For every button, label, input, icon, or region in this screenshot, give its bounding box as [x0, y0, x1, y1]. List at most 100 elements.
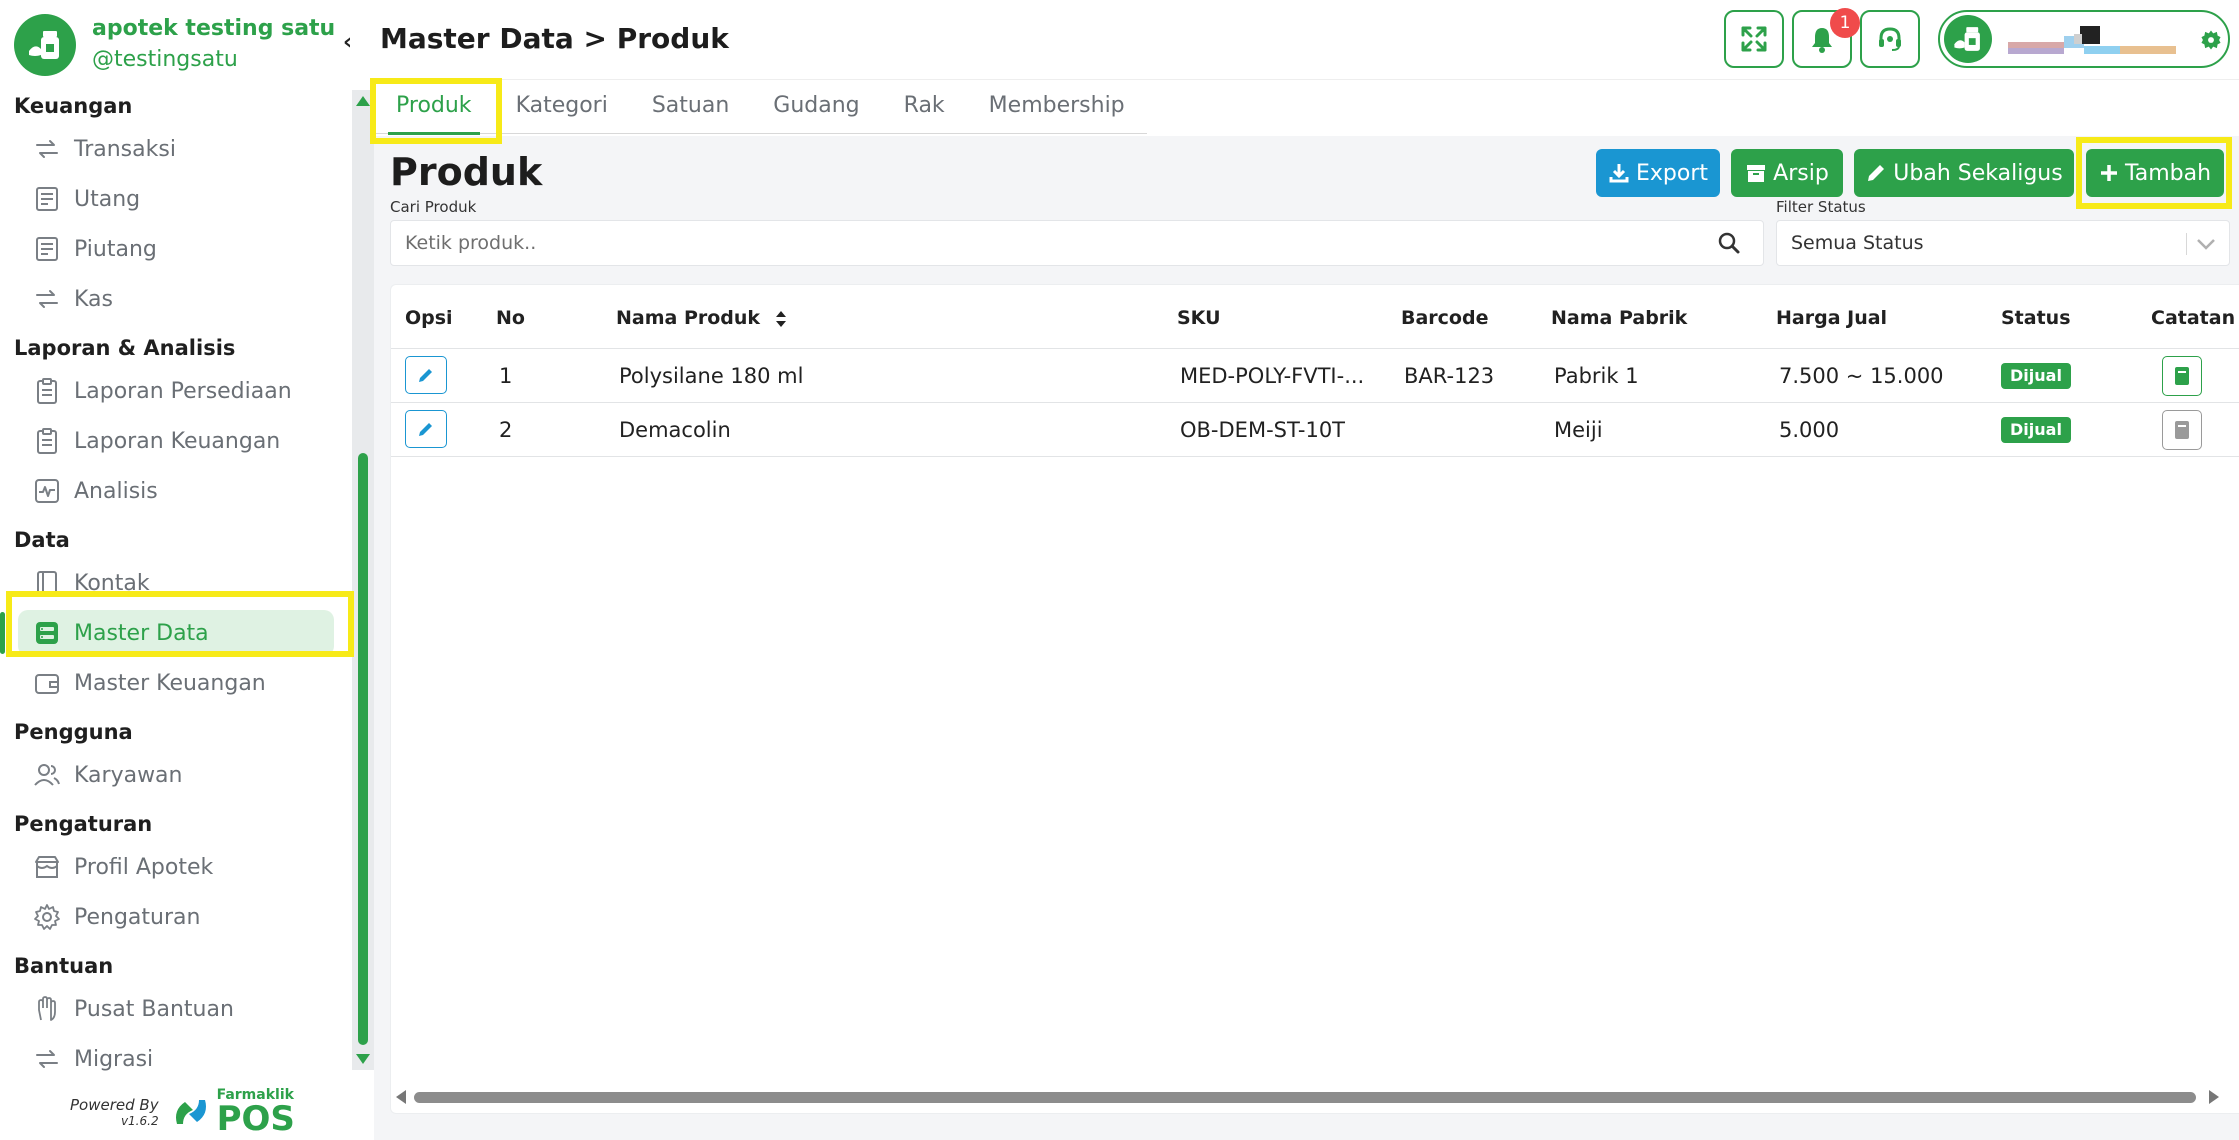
sidebar-item-karyawan[interactable]: Karyawan: [0, 750, 356, 800]
sidebar-item-kontak[interactable]: Kontak: [0, 558, 356, 608]
status-filter-select[interactable]: Semua Status: [1776, 220, 2230, 266]
search-input[interactable]: [391, 221, 1691, 265]
sidebar-item-migrasi[interactable]: Migrasi: [0, 1034, 356, 1084]
sidebar-item-pusat-bantuan[interactable]: Pusat Bantuan: [0, 984, 356, 1034]
sidebar-item-label: Laporan Persediaan: [74, 378, 292, 404]
version-label: v1.6.2: [120, 1114, 159, 1128]
pencil-icon: [1868, 165, 1885, 181]
store-icon: [35, 856, 59, 878]
tab-gudang[interactable]: Gudang: [751, 80, 881, 134]
export-button[interactable]: Export: [1596, 149, 1720, 197]
products-table: Opsi No Nama Produk SKU Barcode Nama Pab…: [390, 284, 2239, 1114]
archive-button[interactable]: Arsip: [1731, 149, 1843, 197]
tab-satuan[interactable]: Satuan: [630, 80, 751, 134]
sidebar-item-label: Kontak: [74, 570, 150, 596]
note-button[interactable]: [2162, 410, 2202, 450]
scrollbar-thumb[interactable]: [358, 453, 368, 1045]
sidebar-scrollbar[interactable]: [352, 90, 374, 1070]
sidebar-item-master-data[interactable]: Master Data: [0, 608, 356, 658]
sidebar-item-label: Analisis: [74, 478, 158, 504]
sidebar-item-label: Laporan Keuangan: [74, 428, 281, 454]
edit-button[interactable]: [405, 410, 447, 448]
pos-text: POS: [216, 1099, 295, 1139]
receipt-icon: [36, 237, 58, 261]
sidebar-item-pengaturan[interactable]: Pengaturan: [0, 892, 356, 942]
bulk-edit-button[interactable]: Ubah Sekaligus: [1854, 149, 2074, 197]
hand-icon: [38, 996, 56, 1021]
tab-kategori[interactable]: Kategori: [494, 80, 630, 134]
pharmacy-name: apotek testing satu: [92, 16, 336, 41]
settings-gear-icon[interactable]: [2200, 29, 2222, 51]
brand: apotek testing satu @testingsatu: [14, 14, 335, 76]
collapse-sidebar-button[interactable]: ‹: [343, 30, 352, 55]
sidebar-item-label: Kas: [74, 286, 113, 312]
sidebar-item-label: Karyawan: [74, 762, 183, 788]
sidebar-item-label: Utang: [74, 186, 141, 212]
side-nav: Keuangan Transaksi Utang Piutang Kas Lap…: [0, 88, 356, 1084]
powered-by-label: Powered By: [70, 1096, 159, 1114]
chevron-down-icon[interactable]: [2195, 234, 2217, 254]
sidebar-item-label: Migrasi: [74, 1046, 154, 1072]
user-name-redacted: [2008, 26, 2176, 54]
sidebar-item-utang[interactable]: Utang: [0, 174, 356, 224]
sidebar-item-label: Piutang: [74, 236, 157, 262]
active-indicator: [0, 612, 5, 654]
sidebar-item-laporan-persediaan[interactable]: Laporan Persediaan: [0, 366, 356, 416]
scrollbar-thumb[interactable]: [414, 1092, 2196, 1103]
nav-group-bantuan: Bantuan: [14, 954, 114, 978]
status-filter-value: Semua Status: [1791, 232, 1924, 254]
exchange-icon: [36, 140, 58, 158]
tab-produk[interactable]: Produk: [374, 80, 494, 135]
column-header-nama-pabrik: Nama Pabrik: [1551, 307, 1688, 329]
powered-by: Powered By v1.6.2 Farmaklik POS: [70, 1088, 295, 1136]
contact-book-icon: [37, 571, 57, 595]
bulk-edit-label: Ubah Sekaligus: [1893, 160, 2063, 186]
search-icon[interactable]: [1717, 231, 1741, 255]
gear-icon: [34, 904, 60, 930]
pharmacy-handle: @testingsatu: [92, 47, 238, 72]
note-button[interactable]: [2162, 356, 2202, 396]
select-divider: [2186, 233, 2187, 255]
sidebar-item-piutang[interactable]: Piutang: [0, 224, 356, 274]
edit-button[interactable]: [405, 356, 447, 394]
add-product-button[interactable]: Tambah: [2086, 149, 2224, 197]
exchange-icon: [36, 290, 58, 308]
sort-icon[interactable]: [775, 310, 787, 328]
sidebar-item-kas[interactable]: Kas: [0, 274, 356, 324]
tab-rak[interactable]: Rak: [882, 80, 967, 134]
scroll-right-icon[interactable]: [2209, 1090, 2219, 1104]
sidebar-item-master-keuangan[interactable]: Master Keuangan: [0, 658, 356, 708]
clipboard-icon: [37, 428, 57, 454]
horizontal-scrollbar[interactable]: [374, 1084, 2239, 1108]
sidebar-item-profil-apotek[interactable]: Profil Apotek: [0, 842, 356, 892]
fullscreen-button[interactable]: [1724, 10, 1784, 68]
sidebar-item-label: Master Keuangan: [74, 670, 266, 696]
sidebar: apotek testing satu @testingsatu ‹ Keuan…: [0, 0, 374, 1140]
scroll-left-icon[interactable]: [396, 1090, 406, 1104]
cell-barcode: BAR-123: [1404, 364, 1495, 388]
sidebar-item-label: Transaksi: [74, 136, 176, 162]
sidebar-item-analisis[interactable]: Analisis: [0, 466, 356, 516]
scroll-up-icon[interactable]: [356, 96, 370, 106]
receipt-icon: [36, 187, 58, 211]
support-button[interactable]: [1860, 10, 1920, 68]
notebook-icon: [2175, 421, 2189, 439]
pencil-icon: [419, 423, 432, 436]
status-badge: Dijual: [2001, 417, 2071, 443]
sidebar-item-laporan-keuangan[interactable]: Laporan Keuangan: [0, 416, 356, 466]
top-header: Master Data > Produk 1: [374, 0, 2239, 80]
search-field[interactable]: [390, 220, 1764, 266]
scroll-down-icon[interactable]: [356, 1054, 370, 1064]
table-row: 2 Demacolin OB-DEM-ST-10T Meiji 5.000 Di…: [391, 403, 2239, 457]
user-menu[interactable]: [1938, 10, 2230, 68]
pencil-icon: [419, 369, 432, 382]
sidebar-item-transaksi[interactable]: Transaksi: [0, 124, 356, 174]
main-content: Produk Export Arsip Ubah Sekaligus Tamba…: [374, 136, 2239, 1140]
notification-button[interactable]: 1: [1792, 8, 1860, 68]
tab-membership[interactable]: Membership: [967, 80, 1147, 134]
column-header-nama-produk[interactable]: Nama Produk: [616, 307, 787, 329]
sidebar-item-label: Master Data: [74, 620, 209, 646]
cell-price: 5.000: [1779, 418, 1840, 442]
cell-no: 2: [499, 418, 513, 442]
column-header-label: Nama Produk: [616, 307, 761, 329]
